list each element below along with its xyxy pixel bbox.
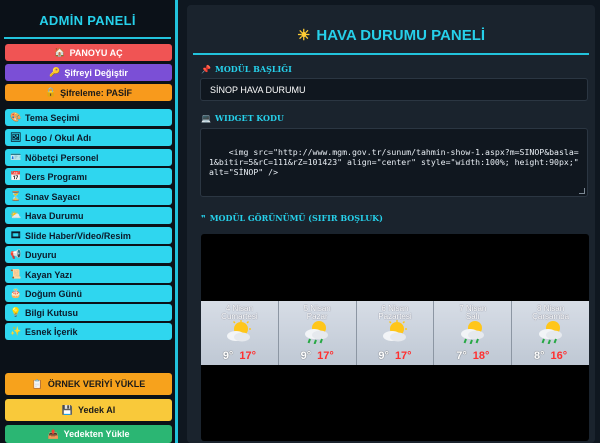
hourglass-icon: ⏳ [10,191,22,201]
sidebar-item-label: Esnek İçerik [25,326,78,337]
widget-code-label-text: WIDGET KODU [214,113,284,123]
sidebar-item-label: Ders Programı [25,171,88,182]
sidebar-item-label: Kayan Yazı [25,269,72,280]
sidebar-item-label: Tema Seçimi [25,112,80,123]
clipboard-icon: 📋 [31,378,43,389]
sidebar-item-flex-content[interactable]: ✨ Esnek İçerik [5,323,172,340]
open-board-label: PANOYU AÇ [69,47,123,58]
module-title-label-text: MODÜL BAŞLIĞI [214,64,292,74]
sidebar-item-logo[interactable]: 🖼 Logo / Okul Adı [5,129,172,146]
resize-handle[interactable] [579,188,585,194]
sun-icon: ☀ [296,27,311,44]
sidebar-item-birthday[interactable]: 🎂 Doğum Günü [5,285,172,302]
forecast-min: 9° [300,350,312,362]
sidebar-item-info-box[interactable]: 💡 Bilgi Kutusu [5,304,172,321]
sidebar-item-announcement[interactable]: 📢 Duyuru [5,246,172,263]
film-icon: 🎞 [10,230,22,240]
change-password-button[interactable]: 🔑 Şifreyi Değiştir [5,64,172,81]
sparkles-icon: ✨ [10,326,22,336]
partly-cloudy-rain-icon [305,321,329,344]
widget-code-value: <img src="http://www.mgm.gov.tr/sunum/ta… [209,147,584,177]
partly-cloudy-icon [382,320,407,342]
forecast-day: 4 Nisan Cumartesi 9° 17° [201,301,279,365]
forecast-min: 9° [378,350,389,362]
backup-button[interactable]: 💾 Yedek Al [5,399,172,421]
house-icon: 🏠 [54,47,66,57]
load-sample-data-button[interactable]: 📋 ÖRNEK VERİYİ YÜKLE [5,373,172,395]
palette-icon: 🎨 [10,112,22,122]
partly-cloudy-icon [227,320,252,342]
cake-icon: 🎂 [10,288,22,298]
sidebar-item-weather[interactable]: ⛅ Hava Durumu [5,207,172,224]
sidebar: ADMİN PANELİ 🏠 PANOYU AÇ 🔑 Şifreyi Değiş… [0,0,178,443]
floppy-icon: 💾 [61,404,74,415]
sidebar-item-schedule[interactable]: 📅 Ders Programı [5,168,172,185]
partly-cloudy-rain-icon [538,321,562,344]
calendar-icon: 📅 [10,171,22,181]
forecast-day: 8 Nisan Çarşamba 8° 16° [512,301,589,365]
sidebar-item-label: Slide Haber/Video/Resim [25,230,131,241]
title-divider [193,53,589,55]
page-title-text: HAVA DURUMU PANELİ [316,26,486,44]
widget-code-label: 💻 WIDGET KODU [201,113,284,123]
sidebar-item-label: Doğum Günü [25,288,82,299]
change-password-label: Şifreyi Değiştir [64,67,128,78]
forecast-day: 6 Nisan Pazartesi 9° 17° [356,301,435,365]
encryption-toggle-label: Şifreleme: PASİF [60,87,133,98]
restore-backup-button[interactable]: 📤 Yedekten Yükle [5,425,172,443]
forecast-day: 7 Nisan Salı 7° 18° [434,301,513,365]
id-card-icon: 🪪 [10,152,22,162]
page-title: ☀ HAVA DURUMU PANELİ [187,26,595,45]
quote-icon: ❞ [201,213,206,223]
image-icon: 🖼 [10,132,22,142]
sidebar-item-label: Nöbetçi Personel [25,152,99,163]
scroll-icon: 📜 [10,269,22,279]
upload-icon: 📤 [47,428,59,439]
sidebar-item-label: Logo / Okul Adı [25,132,92,143]
module-title-input[interactable]: SİNOP HAVA DURUMU [200,78,588,101]
backup-label: Yedek Al [78,405,116,415]
sidebar-item-slides[interactable]: 🎞 Slide Haber/Video/Resim [5,227,172,244]
preview-label-text: MODÜL GÖRÜNÜMÜ (SIFIR BOŞLUK) [209,213,383,223]
encryption-toggle-button[interactable]: 🔒 Şifreleme: PASİF [5,84,172,101]
sidebar-title: ADMİN PANELİ [39,13,136,28]
forecast-max: 17° [394,350,412,362]
info-icon: 💡 [10,307,22,317]
megaphone-icon: 📢 [10,249,22,259]
module-title-label: 📌 MODÜL BAŞLIĞI [201,64,292,74]
forecast-max: 17° [317,350,334,362]
open-board-button[interactable]: 🏠 PANOYU AÇ [5,44,172,61]
key-icon: 🔑 [49,67,61,77]
partly-cloudy-rain-icon [460,321,484,344]
sidebar-item-label: Duyuru [25,249,57,260]
preview-label: ❞ MODÜL GÖRÜNÜMÜ (SIFIR BOŞLUK) [201,213,383,223]
sidebar-item-exam-counter[interactable]: ⏳ Sınav Sayacı [5,188,172,205]
sidebar-item-label: Hava Durumu [25,210,84,221]
forecast-min: 7° [456,350,467,362]
forecast-max: 17° [239,350,256,362]
sidebar-item-duty-staff[interactable]: 🪪 Nöbetçi Personel [5,149,172,166]
forecast-strip: 4 Nisan Cumartesi 9° 17° 5 Nisan Pazar 9° 17… [201,301,589,365]
sidebar-divider [4,37,171,39]
pin-icon: 📌 [201,64,211,74]
restore-backup-label: Yedekten Yükle [63,429,130,439]
forecast-max: 18° [472,350,490,362]
sidebar-item-label: Bilgi Kutusu [25,307,78,318]
module-title-value: SİNOP HAVA DURUMU [210,84,306,95]
lock-icon: 🔒 [44,87,57,97]
forecast-min: 8° [534,350,545,362]
sidebar-item-label: Sınav Sayacı [25,191,81,202]
forecast-max: 16° [550,350,568,362]
forecast-day: 5 Nisan Pazar 9° 17° [278,301,357,365]
laptop-icon: 💻 [201,113,211,123]
sidebar-item-ticker[interactable]: 📜 Kayan Yazı [5,266,172,283]
widget-code-textarea[interactable]: <img src="http://www.mgm.gov.tr/sunum/ta… [200,128,588,197]
sidebar-item-theme[interactable]: 🎨 Tema Seçimi [5,109,172,126]
load-sample-data-label: ÖRNEK VERİYİ YÜKLE [47,379,146,389]
cloud-sun-icon: ⛅ [10,210,22,220]
weather-widget-preview: 4 Nisan Cumartesi 9° 17° 5 Nisan Pazar 9° 17… [201,234,589,441]
forecast-min: 9° [222,350,234,362]
